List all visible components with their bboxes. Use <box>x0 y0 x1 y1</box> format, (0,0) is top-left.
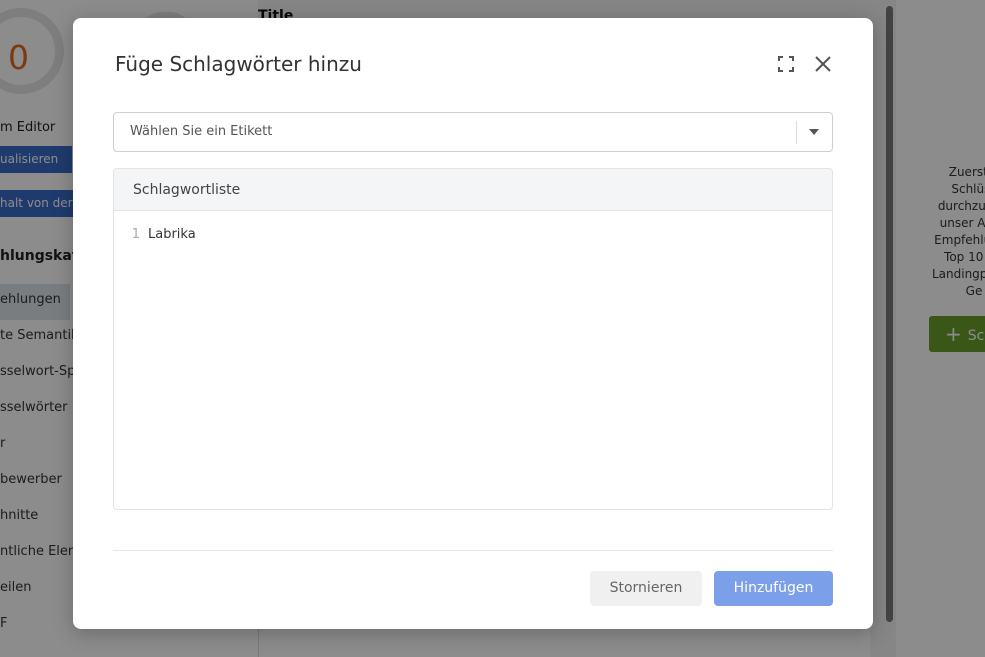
keyword-list-body[interactable]: 1 Labrika <box>114 211 832 245</box>
add-button[interactable]: Hinzufügen <box>714 571 833 606</box>
line-number: 1 <box>131 227 140 242</box>
keyword-list-header: Schlagwortliste <box>114 169 832 211</box>
keyword-text[interactable]: Labrika <box>148 227 196 242</box>
cancel-button[interactable]: Stornieren <box>590 571 702 606</box>
keyword-line[interactable]: 1 Labrika <box>114 225 832 245</box>
close-icon[interactable] <box>813 54 833 74</box>
footer-divider <box>113 550 833 551</box>
expand-icon[interactable] <box>776 54 796 74</box>
select-divider <box>796 121 797 144</box>
dialog-title: Füge Schlagwörter hinzu <box>115 52 362 76</box>
keyword-list-editor[interactable]: Schlagwortliste 1 Labrika <box>113 168 833 510</box>
label-select[interactable]: Wählen Sie ein Etikett <box>113 112 833 152</box>
chevron-down-icon[interactable] <box>809 129 819 135</box>
add-keywords-dialog: Füge Schlagwörter hinzu Wählen Sie ein E… <box>73 18 873 629</box>
label-select-placeholder: Wählen Sie ein Etikett <box>130 124 273 139</box>
